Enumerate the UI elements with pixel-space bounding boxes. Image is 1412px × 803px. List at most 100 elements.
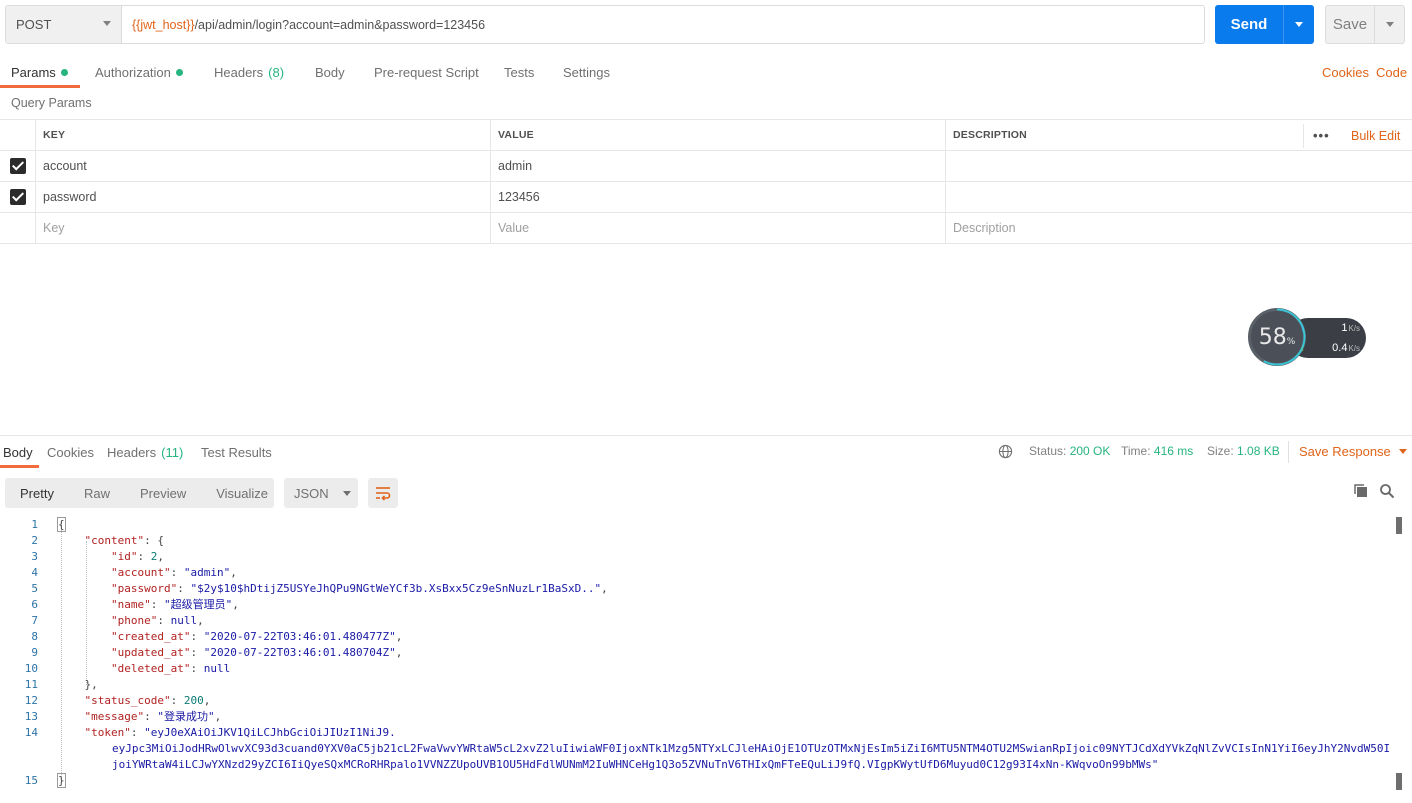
save-response-button[interactable]: Save Response [1299,444,1407,459]
value-token-part2: eyJpc3MiOiJodHRwOlwvXC93d3cuand0YXV0aC5j… [112,742,1391,771]
tab-authorization[interactable]: Authorization [95,58,183,86]
code-text: } [57,773,66,788]
bulk-edit-link[interactable]: Bulk Edit [1351,129,1400,143]
code-line: 8 "created_at": "2020-07-22T03:46:01.480… [0,629,1396,645]
row-checkbox[interactable] [10,158,26,174]
url-bar: POST {{jwt_host}}/api/admin/login?accoun… [5,5,1205,44]
scrollbar-thumb[interactable] [1396,517,1402,534]
table-row: account admin [0,151,1412,182]
url-input[interactable]: {{jwt_host}}/api/admin/login?account=adm… [122,6,1204,43]
send-button[interactable]: Send [1215,5,1314,44]
network-speed-widget[interactable]: 58% ↑ 1 K/s ↓ 0.4 K/s [1248,308,1368,368]
param-key[interactable]: password [35,182,491,212]
code-text: "name": "超级管理员", [110,598,239,611]
value-password: "$2y$10$hDtijZ5USYeJhQPu9NGtWeYCf3b.XsBx… [190,582,602,595]
response-divider [0,435,1412,436]
code-text: "password": "$2y$10$hDtijZ5USYeJhQPu9NGt… [110,582,608,595]
download-value: 0.4 [1332,342,1348,354]
value-updated-at: "2020-07-22T03:46:01.480704Z" [203,646,396,659]
table-header: KEY VALUE DESCRIPTION ••• Bulk Edit [0,119,1412,151]
line-number: 5 [31,582,38,595]
response-body-editor[interactable]: 1{ 2 "content": { 3 "id": 2, 4 "account"… [0,517,1396,789]
more-options-icon[interactable]: ••• [1313,128,1330,143]
new-description-input[interactable]: Description [945,213,1412,243]
tab-tests[interactable]: Tests [504,58,534,86]
line-number: 8 [31,630,38,643]
active-dot-icon [175,68,183,76]
value-created-at: "2020-07-22T03:46:01.480477Z" [203,630,396,643]
status-divider [1288,441,1289,463]
url-path: /api/admin/login?account=admin&password=… [194,17,486,32]
tab-body[interactable]: Body [315,58,345,86]
scrollbar-thumb[interactable] [1396,773,1402,790]
view-raw-button[interactable]: Raw [69,486,125,501]
code-line: 6 "name": "超级管理员", [0,597,1396,613]
globe-icon[interactable] [998,444,1013,459]
usage-arc-icon [1263,308,1306,366]
upload-value: 1 [1341,322,1348,334]
view-preview-button[interactable]: Preview [125,486,201,501]
save-button[interactable]: Save [1325,5,1405,44]
search-icon[interactable] [1379,483,1395,499]
param-value[interactable]: 123456 [490,182,946,212]
code-link[interactable]: Code [1376,58,1407,86]
cookies-link[interactable]: Cookies [1322,58,1369,86]
tab-settings[interactable]: Settings [563,58,610,86]
line-number: 9 [31,646,38,659]
chevron-down-icon [1398,449,1407,454]
table-row-new: Key Value Description [0,213,1412,244]
response-tab-body[interactable]: Body [3,440,33,464]
view-visualize-button[interactable]: Visualize [201,486,283,501]
method-select[interactable]: POST [6,6,122,43]
method-label: POST [16,17,52,32]
param-value[interactable]: admin [490,151,946,181]
response-tab-cookies[interactable]: Cookies [47,440,94,464]
new-key-input[interactable]: Key [35,213,491,243]
tab-headers[interactable]: Headers (8) [214,58,284,86]
status-value[interactable]: 200 OK [1070,444,1111,458]
code-line: 15} [0,773,1396,789]
download-unit: K/s [1348,343,1360,353]
response-tab-test-results[interactable]: Test Results [201,440,272,464]
view-pretty-button[interactable]: Pretty [5,486,69,501]
param-key[interactable]: account [35,151,491,181]
save-response-label: Save Response [1299,444,1391,459]
chevron-down-icon [1385,22,1394,27]
upload-unit: K/s [1348,323,1360,333]
save-options-button[interactable] [1375,6,1404,43]
new-value-input[interactable]: Value [490,213,946,243]
upload-arrow-icon: ↑ [1300,323,1305,333]
response-tab-headers[interactable]: Headers (11) [107,440,183,464]
code-line: 5 "password": "$2y$10$hDtijZ5USYeJhQPu9N… [0,581,1396,597]
code-text: "message": "登录成功", [84,710,222,723]
response-headers-count: (11) [161,444,184,460]
tab-prerequest-script[interactable]: Pre-request Script [374,58,479,86]
wrap-lines-button[interactable] [368,478,398,508]
line-number: 3 [31,550,38,563]
view-mode-toggle: Pretty Raw Preview Visualize [5,478,274,508]
send-options-button[interactable] [1284,5,1314,44]
line-number: 11 [24,678,38,691]
value-status-code: 200 [183,694,204,707]
size-value[interactable]: 1.08 KB [1237,444,1280,458]
header-check-cell [0,120,36,150]
tab-params[interactable]: Params [11,58,68,86]
save-label: Save [1332,16,1368,33]
column-header-value: VALUE [490,120,946,150]
response-tabs: Body Cookies Headers (11) Test Results [0,440,1412,468]
code-text: "account": "admin", [110,566,237,579]
upload-speed: ↑ 1 K/s [1300,322,1360,334]
code-line: 12 "status_code": 200, [0,693,1396,709]
code-text: "id": 2, [110,550,164,563]
param-description[interactable] [945,182,1412,212]
copy-icon[interactable] [1353,483,1369,499]
value-account: "admin" [183,566,231,579]
row-checkbox[interactable] [10,189,26,205]
code-line: 10 "deleted_at": null [0,661,1396,677]
row-check-cell [0,213,36,243]
param-description[interactable] [945,151,1412,181]
code-text: "phone": null, [110,614,204,627]
line-number: 4 [31,566,38,579]
format-select[interactable]: JSON [284,478,358,508]
time-value[interactable]: 416 ms [1154,444,1193,458]
